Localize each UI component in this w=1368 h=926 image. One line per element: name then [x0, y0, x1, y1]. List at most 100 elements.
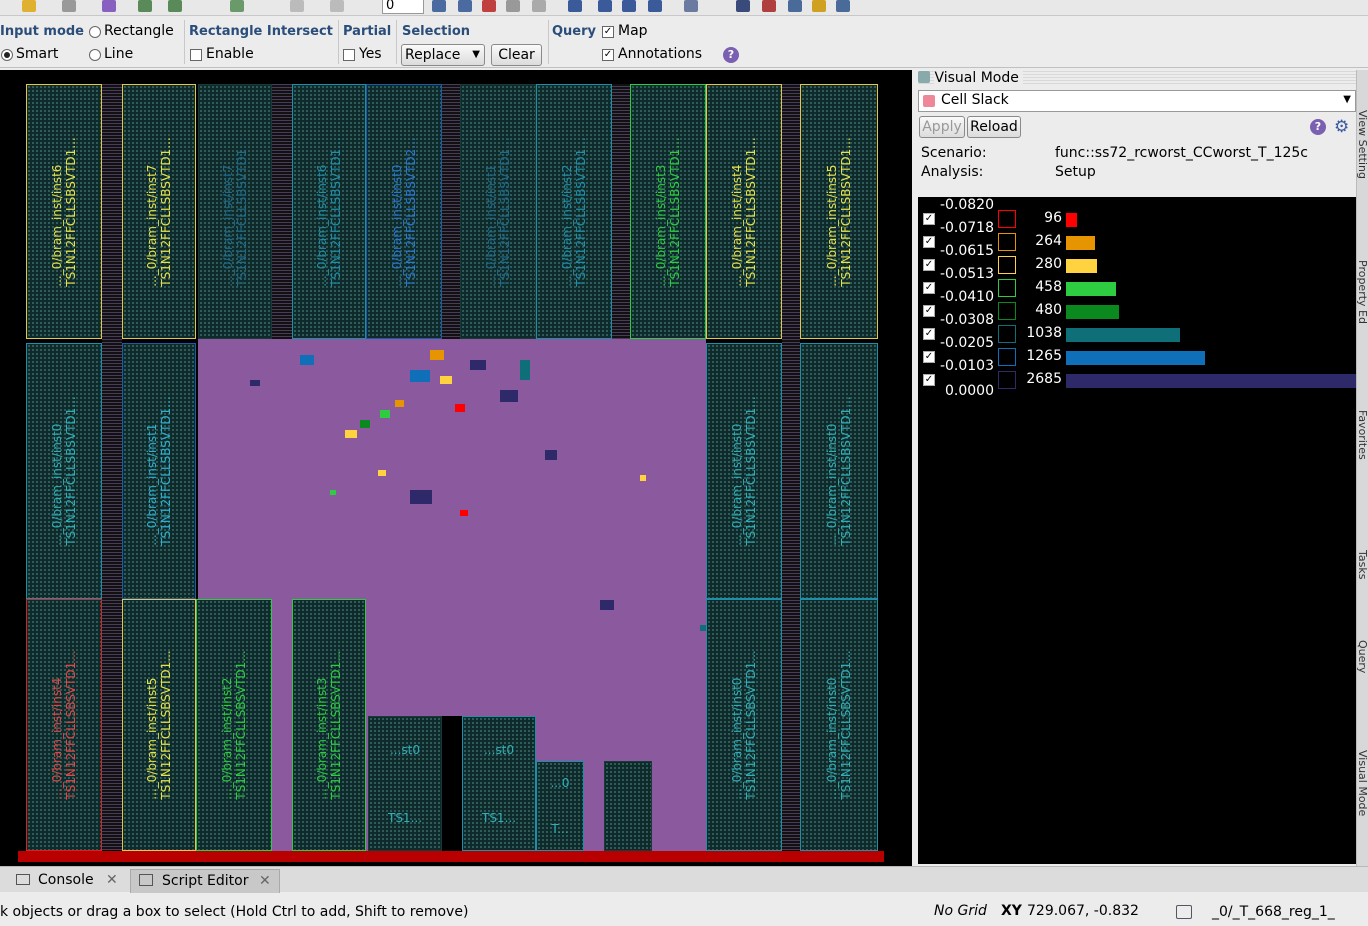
- bram-block[interactable]: ..._0/bram_inst/inst0 TS1N12FFCLLSBSVTD1.…: [800, 599, 878, 851]
- bram-block[interactable]: ..._0/bram_inst/inst5 TS1N12FFCLLSBSVTD1.…: [122, 599, 196, 851]
- legend-checkbox[interactable]: ✓: [923, 374, 935, 386]
- legend-checkbox[interactable]: ✓: [923, 259, 935, 271]
- legend-swatch[interactable]: [998, 325, 1016, 343]
- bram-block[interactable]: ..._0/bram_inst/inst0 TS1N12FFCLLSBSVTD1.…: [706, 599, 782, 851]
- legend-swatch[interactable]: [998, 279, 1016, 297]
- distribute-icon[interactable]: [506, 0, 520, 12]
- tab-tasks[interactable]: Tasks: [1357, 550, 1368, 579]
- arrow-up-icon[interactable]: [532, 0, 546, 12]
- clear-button[interactable]: Clear: [491, 44, 542, 66]
- tab-favorites[interactable]: Favorites: [1357, 410, 1368, 460]
- grid-icon[interactable]: [836, 0, 850, 12]
- small-block[interactable]: ...st0 TS1...: [462, 716, 536, 851]
- chart-icon[interactable]: [648, 0, 662, 12]
- apply-button[interactable]: Apply: [919, 116, 965, 138]
- legend-swatch[interactable]: [998, 233, 1016, 251]
- help-icon[interactable]: ?: [723, 47, 739, 63]
- tab-query[interactable]: Query: [1357, 640, 1368, 673]
- chip-icon[interactable]: [762, 0, 776, 12]
- hierarchy-icon[interactable]: [598, 0, 612, 12]
- reload-button[interactable]: Reload: [967, 116, 1021, 138]
- bram-block[interactable]: ..._0/bram_inst/inst1 TS1N12FFCLLSBSVTD1.…: [460, 84, 536, 339]
- small-block[interactable]: ...0 T...: [536, 761, 584, 851]
- small-block[interactable]: ...st0 TS1...: [368, 716, 442, 851]
- flag-icon[interactable]: [812, 0, 826, 12]
- tab-property-editor[interactable]: Property Ed: [1357, 260, 1368, 324]
- legend-swatch[interactable]: [998, 256, 1016, 274]
- bram-block[interactable]: ..._0/bram_inst/inst3 TS1N12FFCLLSBSVTD1.…: [630, 84, 706, 339]
- bram-block[interactable]: ..._0/bram_inst/inst0 TS1N12FFCLLSBSVTD1.…: [26, 343, 102, 599]
- status-hint: k objects or drag a box to select (Hold …: [0, 904, 469, 920]
- redo-icon[interactable]: [330, 0, 344, 12]
- bram-block[interactable]: ..._0/bram_inst/inst0 TS1N12FFCLLSBSVTD1.…: [800, 343, 878, 599]
- settings-icon[interactable]: ⚙: [1334, 117, 1349, 137]
- legend-checkbox[interactable]: ✓: [923, 351, 935, 363]
- tab-visual-mode[interactable]: Visual Mode: [1357, 750, 1368, 816]
- map-label: Map: [618, 23, 648, 39]
- layers-icon[interactable]: [458, 0, 472, 12]
- layout-canvas[interactable]: ..._0/bram_inst/inst6 TS1N12FFCLLSBSVTD1.…: [0, 70, 912, 866]
- mode-dropdown[interactable]: Cell Slack ▼: [918, 90, 1356, 112]
- legend-count: 264: [1035, 233, 1062, 249]
- block-label: ..._0/bram_inst/inst0: [730, 677, 744, 800]
- legend-swatch[interactable]: [998, 371, 1016, 389]
- map-checkbox[interactable]: ✓: [602, 26, 614, 38]
- annotations-checkbox[interactable]: ✓: [602, 49, 614, 61]
- refresh-icon[interactable]: [230, 0, 244, 12]
- route-icon[interactable]: [138, 0, 152, 12]
- legend-checkbox[interactable]: ✓: [923, 282, 935, 294]
- legend-swatch[interactable]: [998, 210, 1016, 228]
- legend-checkbox[interactable]: ✓: [923, 236, 935, 248]
- bram-block[interactable]: ..._0/bram_inst/inst1 TS1N12FFCLLSBSVTD1.…: [122, 343, 196, 599]
- legend-checkbox[interactable]: ✓: [923, 328, 935, 340]
- legend-checkbox[interactable]: ✓: [923, 305, 935, 317]
- tab-view-setting[interactable]: View Setting: [1357, 110, 1368, 179]
- smart-radio[interactable]: [1, 49, 13, 61]
- rectangle-radio[interactable]: [89, 26, 101, 38]
- bram-block[interactable]: ..._0/bram_inst/inst7 TS1N12FFCLLSBSVTD1.…: [122, 84, 196, 339]
- bram-block[interactable]: ..._0/bram_inst/inst5 TS1N12FFCLLSBSVTD1.…: [800, 84, 878, 339]
- bram-block[interactable]: ..._0/bram_inst/inst4 TS1N12FFCLLSBSVTD1.…: [706, 84, 782, 339]
- legend-bar: [1066, 259, 1097, 273]
- undo-icon[interactable]: [290, 0, 304, 12]
- comment-icon[interactable]: [568, 0, 582, 12]
- bram-block[interactable]: ..._0/bram_inst/inst4 TS1N12FFCLLSBSVTD1.…: [26, 599, 102, 851]
- cpu-icon[interactable]: [736, 0, 750, 12]
- bram-block[interactable]: ..._0/bram_inst/inst2 TS1N12FFCLLSBSVTD1.…: [196, 599, 272, 851]
- legend-checkbox[interactable]: ✓: [923, 213, 935, 225]
- select-icon[interactable]: [432, 0, 446, 12]
- align-icon[interactable]: [482, 0, 496, 12]
- chevron-down-icon: ▼: [472, 49, 480, 60]
- bram-block[interactable]: ..._0/bram_inst/inst6 TS1N12FFCLLSBSVTD1.…: [26, 84, 102, 339]
- eraser-icon[interactable]: [62, 0, 76, 12]
- enable-checkbox[interactable]: [190, 49, 202, 61]
- color-icon[interactable]: [102, 0, 116, 12]
- legend-swatch[interactable]: [998, 302, 1016, 320]
- partial-yes-checkbox[interactable]: [343, 49, 355, 61]
- scenario-label: Scenario:: [921, 145, 987, 161]
- line-radio[interactable]: [89, 49, 101, 61]
- close-icon[interactable]: ✕: [106, 869, 118, 891]
- bram-block[interactable]: ..._0/bram_inst/inst7 TS1N12FFCLLSBSVTD1.…: [198, 84, 272, 339]
- bram-block[interactable]: ..._0/bram_inst/inst0 TS1N12FFCLLSBSVTD1.…: [706, 343, 782, 599]
- close-icon[interactable]: ✕: [259, 870, 271, 892]
- tab-script-editor[interactable]: Script Editor ✕: [130, 869, 280, 893]
- level-spinner[interactable]: 0: [382, 0, 424, 14]
- highlight-icon[interactable]: [22, 0, 36, 12]
- selected-object: _0/_T_668_reg_1_: [1212, 904, 1335, 920]
- check-icon[interactable]: [788, 0, 802, 12]
- tab-console[interactable]: Console ✕: [8, 869, 128, 893]
- selection-mode-dropdown[interactable]: Replace ▼: [401, 44, 485, 66]
- bram-block[interactable]: ..._0/bram_inst/inst6 TS1N12FFCLLSBSVTD1.…: [292, 84, 366, 339]
- visual-mode-icon[interactable]: [684, 0, 698, 12]
- route2-icon[interactable]: [168, 0, 182, 12]
- block-label: ..._0/bram_inst/inst0: [825, 423, 839, 546]
- legend-swatch[interactable]: [998, 348, 1016, 366]
- tree-icon[interactable]: [622, 0, 636, 12]
- help-icon[interactable]: ?: [1310, 119, 1326, 135]
- bram-block[interactable]: ..._0/bram_inst/inst2 TS1N12FFCLLSBSVTD1.…: [536, 84, 612, 339]
- small-block[interactable]: [604, 761, 652, 851]
- block-type: TS1N12FFCLLSBSVTD1...: [839, 396, 853, 546]
- bram-block[interactable]: ..._0/bram_inst/inst0 TS1N12FFCLLSBSVTD2.…: [366, 84, 442, 339]
- bram-block[interactable]: ..._0/bram_inst/inst3 TS1N12FFCLLSBSVTD1.…: [292, 599, 366, 851]
